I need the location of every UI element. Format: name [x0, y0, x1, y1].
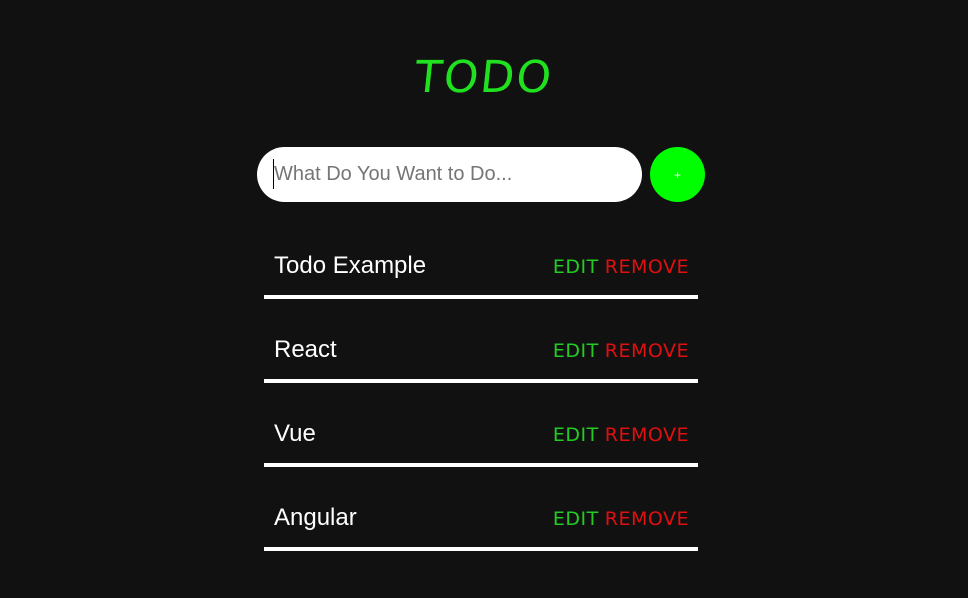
todo-item-text: Todo Example	[274, 252, 427, 279]
remove-button[interactable]: REMOVE	[605, 340, 689, 362]
todo-item-divider	[264, 463, 698, 467]
todo-item-actions: EDIT REMOVE	[553, 255, 689, 279]
remove-button[interactable]: REMOVE	[605, 424, 689, 446]
todo-item-text: React	[274, 336, 337, 363]
edit-button[interactable]: EDIT	[553, 256, 599, 278]
todo-item-divider	[264, 295, 698, 299]
todo-item-divider	[264, 547, 698, 551]
todo-item: Vue EDIT REMOVE	[264, 406, 698, 490]
app-title: TODO	[412, 52, 556, 104]
remove-button[interactable]: REMOVE	[605, 508, 689, 530]
todo-list: Todo Example EDIT REMOVE React EDIT REMOVE…	[264, 238, 698, 574]
todo-input[interactable]	[273, 159, 626, 189]
edit-button[interactable]: EDIT	[553, 424, 599, 446]
todo-item-divider	[264, 379, 698, 383]
todo-input-wrapper	[257, 147, 642, 202]
todo-form: +	[257, 147, 705, 202]
todo-item: Todo Example EDIT REMOVE	[264, 238, 698, 322]
todo-item-text: Vue	[274, 420, 316, 447]
todo-item-text: Angular	[274, 504, 357, 531]
add-todo-button[interactable]: +	[650, 147, 705, 202]
edit-button[interactable]: EDIT	[553, 340, 599, 362]
todo-item: Angular EDIT REMOVE	[264, 490, 698, 574]
todo-item-actions: EDIT REMOVE	[553, 423, 689, 447]
edit-button[interactable]: EDIT	[553, 508, 599, 530]
todo-item-actions: EDIT REMOVE	[553, 339, 689, 363]
remove-button[interactable]: REMOVE	[605, 256, 689, 278]
todo-item: React EDIT REMOVE	[264, 322, 698, 406]
todo-item-actions: EDIT REMOVE	[553, 507, 689, 531]
